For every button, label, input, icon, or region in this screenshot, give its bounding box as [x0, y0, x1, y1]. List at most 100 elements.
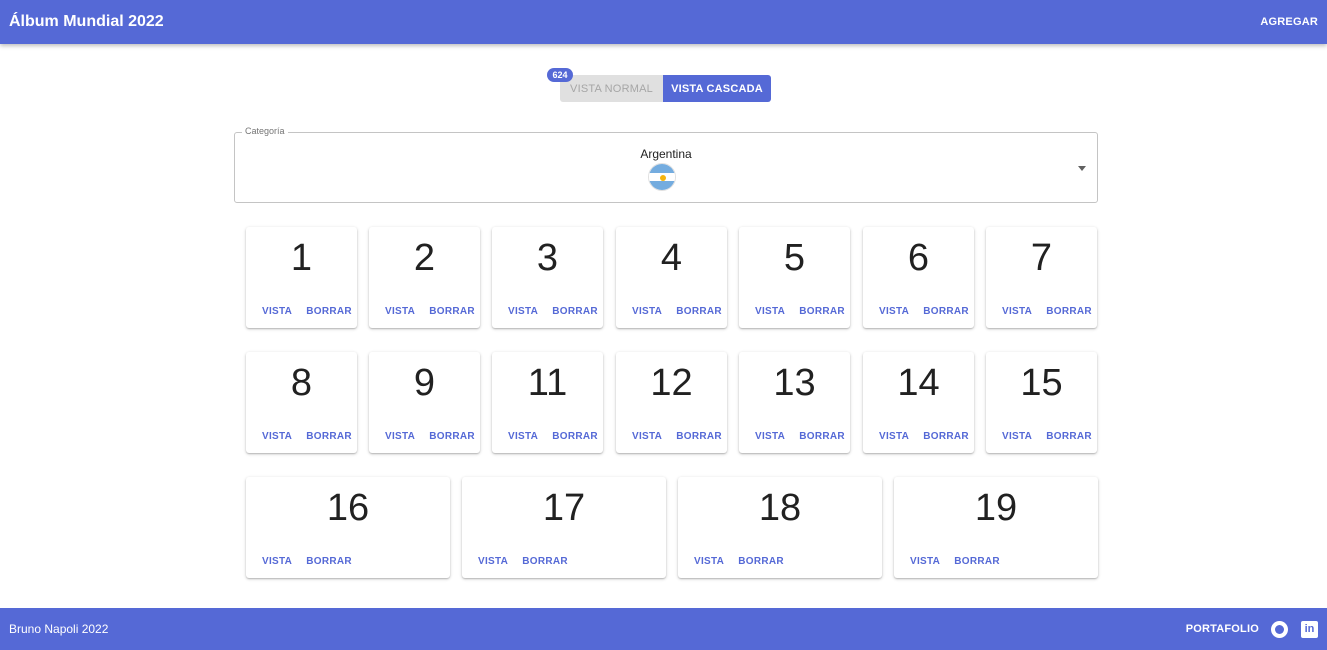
view-button[interactable]: VISTA [508, 306, 538, 317]
delete-button[interactable]: BORRAR [923, 431, 969, 442]
sticker-number: 1 [290, 237, 313, 279]
card-actions: VISTA BORRAR [1002, 306, 1092, 317]
dropdown-arrow-icon[interactable] [1078, 166, 1086, 171]
delete-button[interactable]: BORRAR [1046, 306, 1092, 317]
sticker-number: 15 [1020, 362, 1063, 404]
card-actions: VISTA BORRAR [632, 306, 722, 317]
sticker-number: 9 [413, 362, 436, 404]
delete-button[interactable]: BORRAR [676, 306, 722, 317]
footer-credit: Bruno Napoli 2022 [9, 622, 109, 636]
view-button[interactable]: VISTA [910, 556, 940, 567]
sticker-number: 13 [773, 362, 816, 404]
card-actions: VISTA BORRAR [385, 306, 475, 317]
sticker-card: 14 VISTA BORRAR [863, 352, 974, 453]
sticker-card: 19 VISTA BORRAR [894, 477, 1098, 578]
card-actions: VISTA BORRAR [879, 306, 969, 317]
sticker-number: 18 [758, 487, 802, 529]
delete-button[interactable]: BORRAR [306, 306, 352, 317]
sticker-number: 3 [536, 237, 559, 279]
sticker-card: 3 VISTA BORRAR [492, 227, 603, 328]
argentina-flag-icon [648, 163, 676, 191]
sticker-card: 18 VISTA BORRAR [678, 477, 882, 578]
delete-button[interactable]: BORRAR [923, 306, 969, 317]
delete-button[interactable]: BORRAR [522, 556, 568, 567]
sticker-card: 1 VISTA BORRAR [246, 227, 357, 328]
sticker-number: 5 [783, 237, 806, 279]
view-button[interactable]: VISTA [879, 431, 909, 442]
card-actions: VISTA BORRAR [910, 556, 1000, 567]
delete-button[interactable]: BORRAR [306, 556, 352, 567]
sticker-number: 19 [974, 487, 1018, 529]
view-button[interactable]: VISTA [385, 431, 415, 442]
category-value: Argentina [640, 147, 692, 161]
delete-button[interactable]: BORRAR [552, 306, 598, 317]
card-actions: VISTA BORRAR [755, 431, 845, 442]
view-button[interactable]: VISTA [1002, 306, 1032, 317]
sticker-card: 13 VISTA BORRAR [739, 352, 850, 453]
view-button[interactable]: VISTA [262, 431, 292, 442]
delete-button[interactable]: BORRAR [429, 431, 475, 442]
portfolio-link[interactable]: PORTAFOLIO [1186, 623, 1259, 635]
view-button[interactable]: VISTA [508, 431, 538, 442]
card-actions: VISTA BORRAR [478, 556, 568, 567]
sticker-card: 9 VISTA BORRAR [369, 352, 480, 453]
card-actions: VISTA BORRAR [694, 556, 784, 567]
cascade-view-button[interactable]: VISTA CASCADA [663, 75, 771, 102]
sticker-number: 17 [542, 487, 586, 529]
app-title: Álbum Mundial 2022 [9, 13, 164, 30]
delete-button[interactable]: BORRAR [306, 431, 352, 442]
sticker-number: 4 [660, 237, 683, 279]
sticker-card: 16 VISTA BORRAR [246, 477, 450, 578]
category-select[interactable]: Categoría Argentina [234, 126, 1098, 203]
view-button[interactable]: VISTA [632, 431, 662, 442]
sticker-number: 8 [290, 362, 313, 404]
view-button[interactable]: VISTA [262, 306, 292, 317]
sticker-count-badge: 624 [547, 68, 573, 82]
card-actions: VISTA BORRAR [262, 556, 352, 567]
sticker-card: 8 VISTA BORRAR [246, 352, 357, 453]
card-actions: VISTA BORRAR [632, 431, 722, 442]
sticker-card: 7 VISTA BORRAR [986, 227, 1097, 328]
sticker-number: 14 [897, 362, 940, 404]
delete-button[interactable]: BORRAR [552, 431, 598, 442]
sticker-card: 11 VISTA BORRAR [492, 352, 603, 453]
sticker-number: 12 [650, 362, 693, 404]
delete-button[interactable]: BORRAR [676, 431, 722, 442]
card-actions: VISTA BORRAR [385, 431, 475, 442]
view-toggle-group: VISTA NORMAL VISTA CASCADA [560, 75, 771, 102]
footer: Bruno Napoli 2022 PORTAFOLIO in [0, 608, 1327, 650]
view-button[interactable]: VISTA [632, 306, 662, 317]
delete-button[interactable]: BORRAR [799, 306, 845, 317]
add-button[interactable]: AGREGAR [1260, 16, 1318, 28]
card-actions: VISTA BORRAR [262, 306, 352, 317]
view-button[interactable]: VISTA [755, 306, 785, 317]
normal-view-button[interactable]: VISTA NORMAL [560, 75, 663, 102]
category-label: Categoría [242, 126, 288, 136]
delete-button[interactable]: BORRAR [954, 556, 1000, 567]
sticker-number: 7 [1030, 237, 1053, 279]
view-button[interactable]: VISTA [1002, 431, 1032, 442]
sticker-card: 2 VISTA BORRAR [369, 227, 480, 328]
view-button[interactable]: VISTA [262, 556, 292, 567]
view-button[interactable]: VISTA [385, 306, 415, 317]
delete-button[interactable]: BORRAR [429, 306, 475, 317]
card-actions: VISTA BORRAR [262, 431, 352, 442]
sticker-number: 11 [527, 362, 568, 404]
delete-button[interactable]: BORRAR [799, 431, 845, 442]
view-button[interactable]: VISTA [755, 431, 785, 442]
view-button[interactable]: VISTA [694, 556, 724, 567]
sticker-card: 17 VISTA BORRAR [462, 477, 666, 578]
card-actions: VISTA BORRAR [879, 431, 969, 442]
view-button[interactable]: VISTA [478, 556, 508, 567]
card-actions: VISTA BORRAR [755, 306, 845, 317]
card-actions: VISTA BORRAR [508, 306, 598, 317]
card-actions: VISTA BORRAR [1002, 431, 1092, 442]
github-icon[interactable] [1271, 620, 1288, 638]
sticker-card: 6 VISTA BORRAR [863, 227, 974, 328]
sticker-number: 16 [326, 487, 370, 529]
view-button[interactable]: VISTA [879, 306, 909, 317]
delete-button[interactable]: BORRAR [738, 556, 784, 567]
delete-button[interactable]: BORRAR [1046, 431, 1092, 442]
sticker-card: 15 VISTA BORRAR [986, 352, 1097, 453]
linkedin-icon[interactable]: in [1301, 620, 1318, 638]
